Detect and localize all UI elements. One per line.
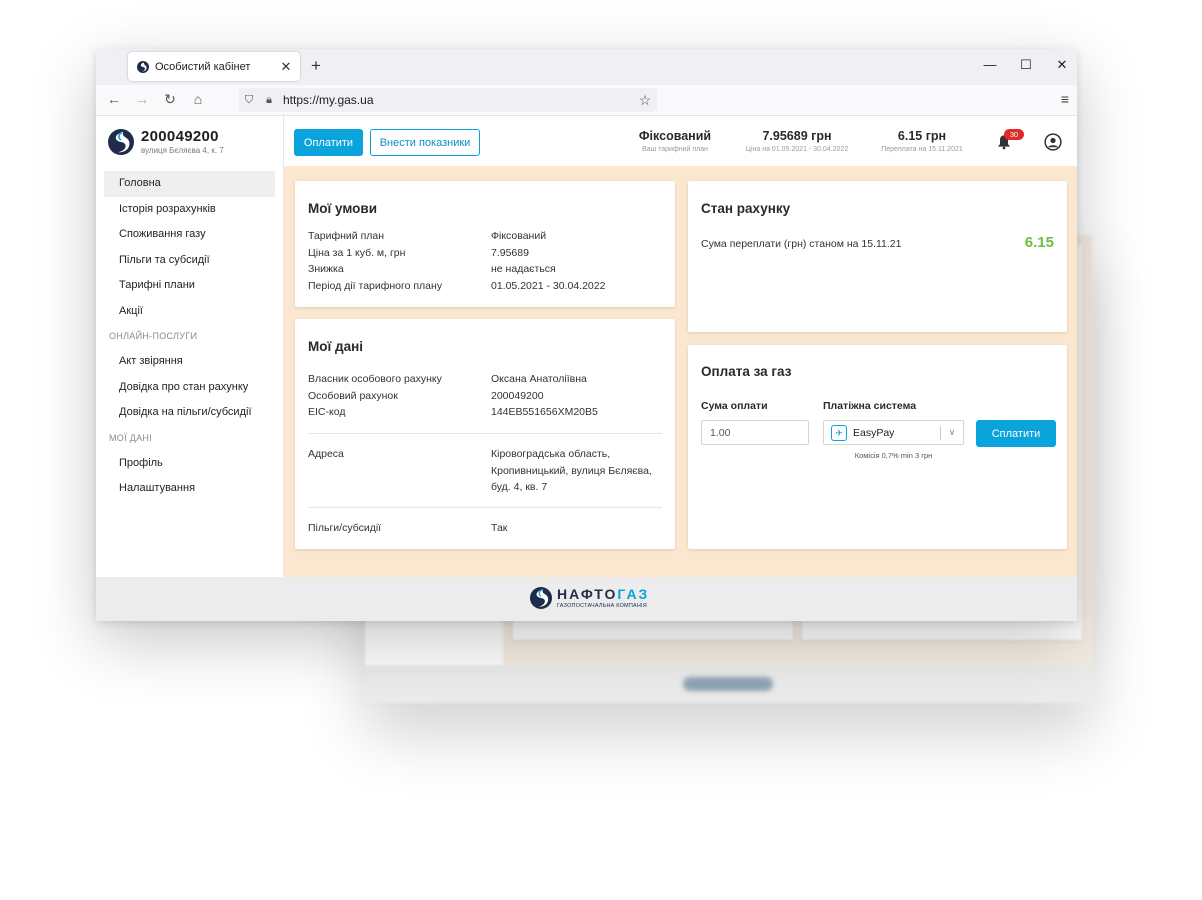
page: 200049200 вулиця Бєляєва 4, к. 7 Головна… (96, 116, 1077, 621)
shield-icon[interactable]: ⛉ (239, 94, 259, 107)
payment-system-select[interactable]: ✈ EasyPay ∨ (823, 420, 964, 445)
home-icon[interactable]: ⌂ (188, 91, 208, 107)
sidebar-item-settings[interactable]: Налаштування (104, 476, 275, 502)
sidebar: 200049200 вулиця Бєляєва 4, к. 7 Головна… (96, 116, 284, 577)
hamburger-menu-icon[interactable]: ≡ (1061, 91, 1069, 107)
submit-payment-button[interactable]: Сплатити (976, 420, 1056, 447)
overpay-stat: 6.15 грн Переплата на 15.11.2021 (872, 129, 972, 153)
sidebar-item-history[interactable]: Історія розрахунків (104, 197, 275, 223)
navigation-bar: ← → ↻ ⌂ ⛉ 🔒︎ https://my.gas.ua ☆ ≡ (96, 85, 1077, 116)
conditions-title: Мої умови (308, 201, 378, 216)
bookmark-star-icon[interactable]: ☆ (633, 92, 657, 109)
amount-input[interactable] (701, 420, 809, 445)
main-content: Мої умови Тарифний план Фіксований Ціна з… (284, 166, 1077, 577)
pay-button[interactable]: Оплатити (294, 129, 363, 156)
top-bar: Оплатити Внести показники Фіксований Ваш… (284, 116, 1077, 166)
condition-row: Знижка не надається (308, 263, 556, 275)
payment-system-label: Платіжна система (823, 400, 917, 412)
payment-title: Оплата за газ (701, 364, 792, 379)
condition-row: Тарифний план Фіксований (308, 230, 547, 242)
url-bar[interactable]: ⛉ 🔒︎ https://my.gas.ua ☆ (239, 88, 657, 112)
data-row: EIC-код 144EB551656XM20B5 (308, 406, 598, 418)
browser-tab[interactable]: Особистий кабінет ✕ (128, 52, 300, 81)
sidebar-item-consumption[interactable]: Споживання газу (104, 222, 275, 248)
sidebar-item-balance-certificate[interactable]: Довідка про стан рахунку (104, 375, 275, 401)
commission-note: Комісія 0,7% min 3 грн (854, 451, 933, 460)
sidebar-item-profile[interactable]: Профіль (104, 451, 275, 477)
reload-icon[interactable]: ↻ (160, 91, 180, 108)
chevron-down-icon: ∨ (948, 427, 956, 437)
tab-bar: Особистий кабінет ✕ + — ☐ ✕ (96, 49, 1077, 85)
balance-title: Стан рахунку (701, 201, 791, 216)
maximize-icon[interactable]: ☐ (1016, 57, 1036, 73)
conditions-list: Тарифний план Фіксований Ціна за 1 куб. м… (308, 228, 605, 294)
naftogaz-footer-icon (530, 586, 552, 609)
divider (308, 433, 662, 434)
balance-card: Стан рахунку Сума переплати (грн) станом… (688, 181, 1067, 332)
sidebar-item-tariffs[interactable]: Тарифні плани (104, 273, 275, 299)
data-row: Власник особового рахунку Оксана Анатолії… (308, 373, 587, 385)
my-data-list: Власник особового рахунку Оксана Анатолії… (308, 371, 598, 421)
url-text[interactable]: https://my.gas.ua (283, 93, 633, 107)
divider (308, 507, 662, 508)
amount-label: Сума оплати (701, 400, 768, 412)
easypay-icon: ✈ (831, 424, 847, 441)
address-row: Адреса Кіровоградська область, Кропивниц… (308, 446, 652, 496)
payment-card: Оплата за газ Сума оплати Платіжна систе… (688, 345, 1067, 549)
overpay-caption: Переплата на 15.11.2021 (881, 146, 963, 153)
back-icon[interactable]: ← (104, 91, 124, 107)
footer-logo: НАФТОГАЗ ГАЗОПОСТАЧАЛЬНА КОМПАНІЯ (530, 586, 649, 609)
my-data-card: Мої дані Власник особового рахунку Оксана… (295, 319, 675, 549)
price-stat: 7.95689 грн Ціна на 01.05.2021 - 30.04.2… (734, 129, 860, 153)
footer: НАФТОГАЗ ГАЗОПОСТАЧАЛЬНА КОМПАНІЯ (96, 577, 1077, 621)
user-icon[interactable] (1044, 133, 1062, 151)
price-value: 7.95689 грн (762, 129, 832, 143)
sidebar-item-home[interactable]: Головна (104, 171, 275, 197)
account-brand: 200049200 вулиця Бєляєва 4, к. 7 (108, 128, 224, 155)
naftogaz-logo-icon (108, 128, 134, 155)
close-window-icon[interactable]: ✕ (1052, 57, 1072, 73)
address-line: Кропивницький, вулиця Бєляєва, (491, 464, 652, 477)
tab-close-icon[interactable]: ✕ (278, 59, 294, 75)
forward-icon[interactable]: → (132, 91, 152, 107)
naftogaz-favicon-icon (137, 60, 149, 73)
footer-brand: НАФТОГАЗ (557, 586, 650, 602)
footer-tagline: ГАЗОПОСТАЧАЛЬНА КОМПАНІЯ (557, 603, 647, 609)
address-line: Кіровоградська область, (491, 448, 611, 460)
overpay-value: 6.15 грн (897, 129, 947, 143)
lock-icon[interactable]: 🔒︎ (259, 94, 279, 107)
balance-label: Сума переплати (грн) станом на 15.11.21 (701, 238, 902, 250)
new-tab-icon[interactable]: + (311, 56, 321, 76)
price-caption: Ціна на 01.05.2021 - 30.04.2022 (745, 146, 849, 153)
submit-readings-button[interactable]: Внести показники (370, 129, 480, 156)
tariff-stat: Фіксований Ваш тарифний план (630, 129, 720, 153)
sidebar-item-reconciliation[interactable]: Акт звіряння (104, 349, 275, 375)
notification-badge: 30 (1004, 129, 1024, 140)
sidebar-section-my-data: МОЇ ДАНІ (109, 432, 152, 443)
sidebar-item-promotions[interactable]: Акції (104, 299, 275, 325)
conditions-card: Мої умови Тарифний план Фіксований Ціна з… (295, 181, 675, 307)
benefits-row: Пільги/субсидії Так (308, 522, 508, 534)
tab-title: Особистий кабінет (155, 60, 251, 73)
sidebar-item-benefits[interactable]: Пільги та субсидії (104, 248, 275, 274)
condition-row: Період дії тарифного плану 01.05.2021 - 3… (308, 279, 606, 292)
account-address: вулиця Бєляєва 4, к. 7 (141, 146, 224, 155)
balance-value: 6.15 (1024, 234, 1054, 251)
data-row: Особовий рахунок 200049200 (308, 389, 544, 402)
sidebar-nav: Головна Історія розрахунків Споживання г… (104, 171, 275, 502)
tariff-caption: Ваш тарифний план (642, 146, 708, 153)
sidebar-item-benefits-certificate[interactable]: Довідка на пільги/субсидії (104, 400, 275, 426)
sidebar-section-online: ОНЛАЙН-ПОСЛУГИ (109, 331, 198, 341)
my-data-title: Мої дані (308, 339, 364, 354)
browser-window: Особистий кабінет ✕ + — ☐ ✕ ← → ↻ ⌂ ⛉ 🔒︎… (96, 49, 1077, 621)
address-line: буд. 4, кв. 7 (491, 481, 548, 493)
tariff-value: Фіксований (638, 129, 712, 143)
condition-row: Ціна за 1 куб. м, грн 7.95689 (308, 246, 529, 259)
payment-system-value: EasyPay (853, 426, 895, 439)
minimize-icon[interactable]: — (980, 57, 1000, 72)
account-number: 200049200 (141, 128, 219, 145)
